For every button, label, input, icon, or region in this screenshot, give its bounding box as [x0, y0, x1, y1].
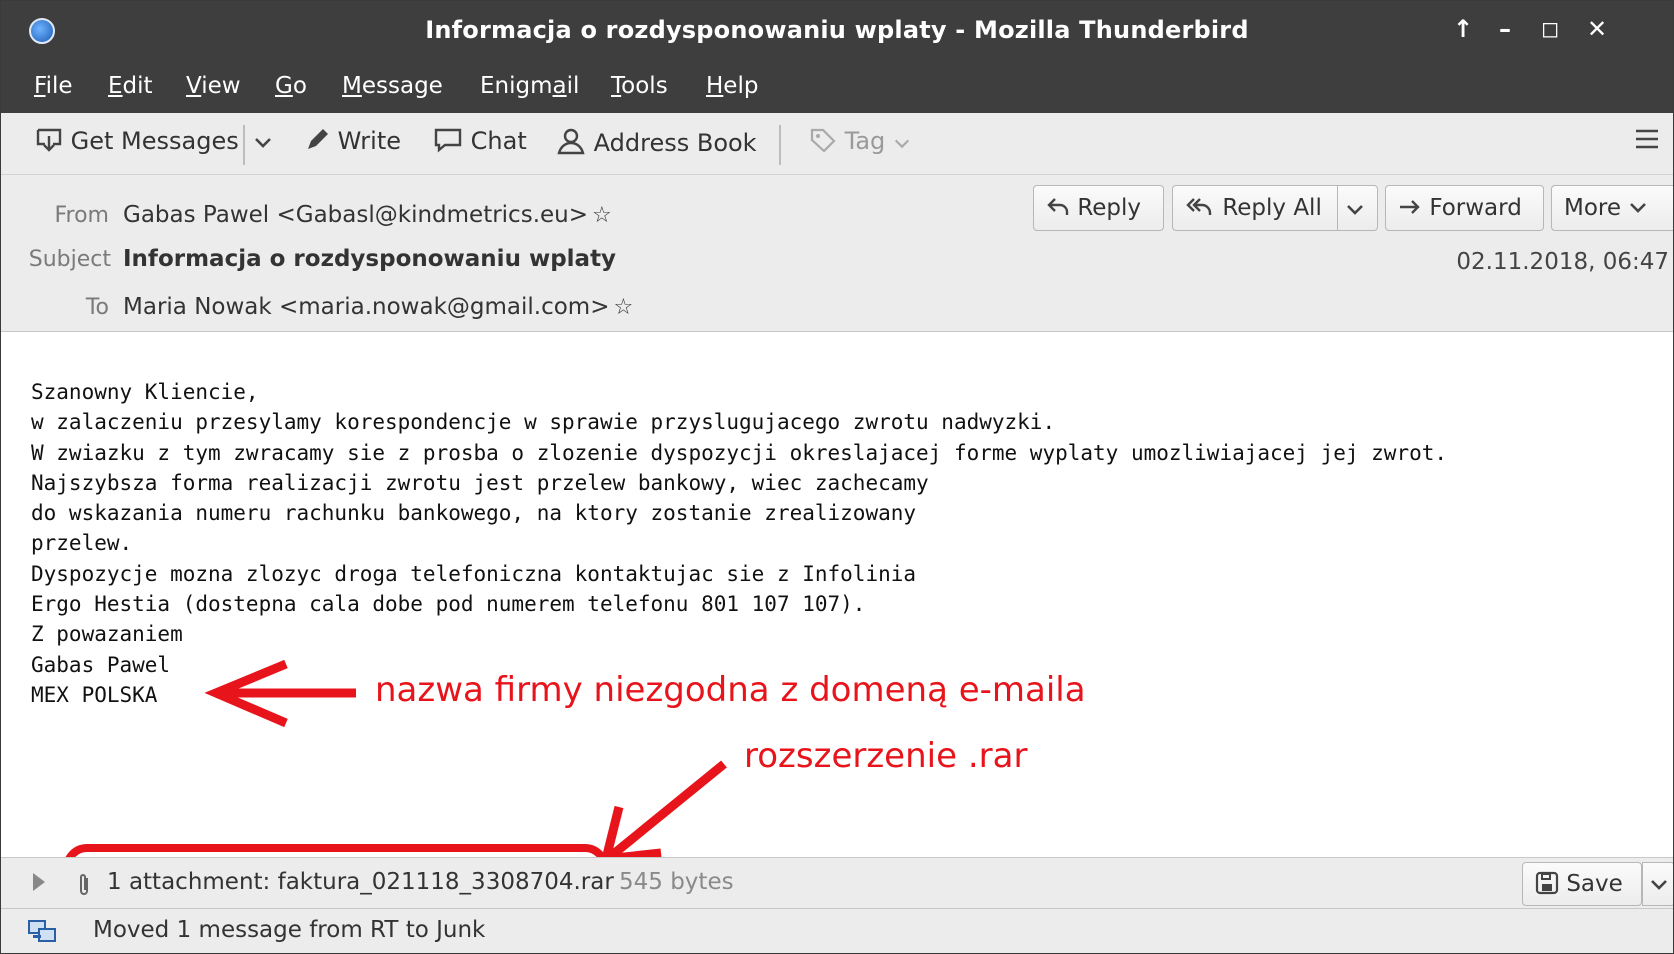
menu-view[interactable]: View [186, 73, 241, 99]
chat-button[interactable]: Chat [433, 127, 527, 155]
write-button[interactable]: Write [304, 127, 401, 155]
chat-bubble-icon [434, 128, 462, 153]
message-body: Szanowny Kliencie, w zalaczeniu przesyla… [31, 380, 1448, 707]
more-button[interactable]: More [1551, 185, 1673, 231]
to-label: To [85, 295, 109, 320]
save-label: Save [1566, 871, 1623, 897]
window-title: Informacja o rozdysponowaniu wplaty - Mo… [425, 16, 1249, 44]
save-options-dropdown[interactable] [1642, 862, 1673, 906]
attachment-bar: 1 attachment: faktura_021118_3308704.rar… [1, 857, 1673, 909]
chevron-down-icon [894, 139, 909, 149]
menu-bar: File Edit View Go Message Enigmail Tools… [1, 61, 1673, 113]
annotation-company-mismatch: nazwa firmy niezgodna z domeną e-maila [375, 670, 1086, 710]
title-bar: Informacja o rozdysponowaniu wplaty - Mo… [1, 1, 1673, 61]
annotation-rar-extension: rozszerzenie .rar [744, 736, 1028, 776]
menu-help[interactable]: Help [706, 73, 758, 99]
close-icon[interactable]: ✕ [1587, 15, 1607, 43]
save-disk-icon [1535, 871, 1559, 895]
menu-file[interactable]: File [34, 73, 73, 99]
tag-label: Tag [844, 127, 886, 155]
star-icon[interactable]: ☆ [613, 295, 633, 320]
chevron-down-icon [1630, 203, 1647, 213]
menu-edit[interactable]: Edit [108, 73, 153, 99]
status-message: Moved 1 message from RT to Junk [93, 917, 486, 943]
star-icon[interactable]: ☆ [592, 203, 612, 228]
message-date: 02.11.2018, 06:47 [1456, 249, 1669, 275]
paperclip-icon [80, 874, 88, 895]
attachment-size: 545 bytes [619, 869, 734, 895]
menu-tools[interactable]: Tools [611, 73, 668, 99]
more-label: More [1564, 195, 1622, 221]
reply-icon [1047, 198, 1069, 215]
maximize-up-icon[interactable]: ↑ [1453, 15, 1473, 43]
reply-label: Reply [1077, 195, 1142, 221]
from-label: From [54, 203, 109, 228]
maximize-icon[interactable]: ◻ [1541, 17, 1559, 42]
tag-button[interactable]: Tag [809, 127, 911, 155]
split-divider [1337, 186, 1338, 230]
minimize-icon[interactable]: – [1499, 15, 1511, 43]
app-menu-button[interactable] [1633, 125, 1661, 155]
chat-label: Chat [470, 127, 527, 155]
save-attachment-button[interactable]: Save [1522, 862, 1642, 906]
download-icon [36, 128, 62, 152]
tag-icon [810, 128, 836, 153]
address-book-button[interactable]: Address Book [556, 127, 757, 157]
expand-triangle-icon[interactable] [33, 873, 45, 891]
contact-icon [557, 128, 585, 155]
subject-label: Subject [28, 247, 111, 272]
toolbar-separator [779, 125, 781, 165]
pencil-icon [308, 129, 328, 149]
chevron-down-icon[interactable] [1345, 200, 1365, 220]
hamburger-menu-icon [1636, 129, 1658, 149]
message-header: From Gabas Pawel <Gabasl@kindmetrics.eu>… [1, 175, 1673, 332]
subject-value: Informacja o rozdysponowaniu wplaty [123, 246, 617, 272]
reply-button[interactable]: Reply [1033, 185, 1164, 231]
menu-enigmail[interactable]: Enigmail [480, 73, 579, 99]
attachment-summary[interactable]: 1 attachment: faktura_021118_3308704.rar [107, 869, 614, 895]
reply-all-button[interactable]: Reply All [1172, 185, 1378, 231]
get-messages-label: Get Messages [70, 127, 239, 155]
menu-go[interactable]: Go [275, 73, 307, 99]
reply-all-label: Reply All [1222, 195, 1322, 221]
arrow-right-icon [1400, 200, 1420, 214]
thunderbird-window: Informacja o rozdysponowaniu wplaty - Mo… [0, 0, 1674, 954]
toolbar-separator [243, 125, 245, 165]
get-messages-dropdown[interactable] [253, 127, 273, 155]
chevron-down-icon [1651, 880, 1667, 890]
chevron-down-icon [255, 138, 271, 148]
forward-label: Forward [1429, 195, 1522, 221]
reply-all-icon [1186, 198, 1212, 215]
address-book-label: Address Book [593, 129, 757, 157]
from-value[interactable]: Gabas Pawel <Gabasl@kindmetrics.eu> ☆ [123, 202, 612, 228]
menu-message[interactable]: Message [342, 73, 443, 99]
write-label: Write [337, 127, 402, 155]
main-toolbar: Get Messages Write Chat Address Book Tag [1, 113, 1673, 175]
red-arrow-diagonal [600, 760, 727, 865]
online-status-icon[interactable] [27, 919, 59, 947]
forward-button[interactable]: Forward [1385, 185, 1544, 231]
to-value[interactable]: Maria Nowak <maria.nowak@gmail.com> ☆ [123, 294, 633, 320]
status-bar: Moved 1 message from RT to Junk [1, 909, 1673, 953]
get-messages-button[interactable]: Get Messages [35, 127, 239, 155]
